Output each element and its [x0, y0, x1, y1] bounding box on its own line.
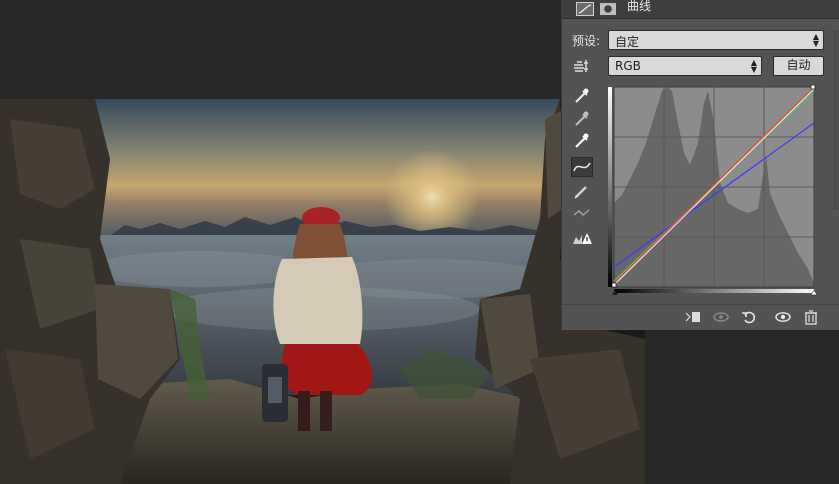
curves-adjustment-icon[interactable] — [576, 1, 594, 16]
reset-icon[interactable] — [740, 309, 758, 325]
curve-edit-icon[interactable] — [571, 157, 593, 177]
eyedropper-gray-icon[interactable] — [571, 109, 593, 129]
eyedropper-black-icon[interactable] — [571, 86, 593, 106]
pencil-icon[interactable] — [571, 181, 593, 201]
document-canvas[interactable] — [0, 99, 645, 484]
dropdown-arrows-icon: ▲ ▼ — [750, 58, 757, 74]
panel-bottom-toolbar — [562, 304, 839, 331]
channel-dropdown[interactable]: RGB ▲ ▼ — [608, 56, 762, 76]
view-previous-icon[interactable] — [712, 309, 730, 325]
smooth-icon[interactable] — [571, 203, 593, 223]
panel-scrollbar[interactable] — [833, 30, 839, 210]
channel-value: RGB — [615, 59, 641, 73]
visibility-eye-icon[interactable] — [774, 309, 792, 325]
curve-point-white[interactable] — [810, 84, 816, 90]
layer-mask-icon[interactable] — [599, 1, 617, 15]
trash-icon[interactable] — [802, 309, 820, 325]
preset-label: 预设: — [572, 34, 601, 48]
clipping-warning-icon[interactable] — [571, 229, 593, 249]
artwork-image — [0, 99, 645, 484]
curves-properties-panel: 曲线 预设: 自定 ▲ ▼ RGB ▲ ▼ 自动 — [561, 0, 839, 330]
panel-title: 曲线 — [627, 0, 652, 13]
preset-value: 自定 — [615, 35, 640, 49]
preset-dropdown[interactable]: 自定 ▲ ▼ — [608, 30, 824, 50]
dropdown-arrows-icon: ▲ ▼ — [812, 32, 819, 48]
panel-header: 曲线 — [562, 0, 839, 19]
hand-adjust-icon[interactable] — [571, 56, 593, 76]
curve-point-black[interactable] — [611, 282, 617, 288]
curves-graph[interactable] — [608, 83, 818, 296]
auto-button[interactable]: 自动 — [773, 56, 824, 76]
workspace: 曲线 预设: 自定 ▲ ▼ RGB ▲ ▼ 自动 — [0, 0, 839, 484]
clip-to-layer-icon[interactable] — [684, 309, 702, 325]
eyedropper-white-icon[interactable] — [571, 131, 593, 151]
